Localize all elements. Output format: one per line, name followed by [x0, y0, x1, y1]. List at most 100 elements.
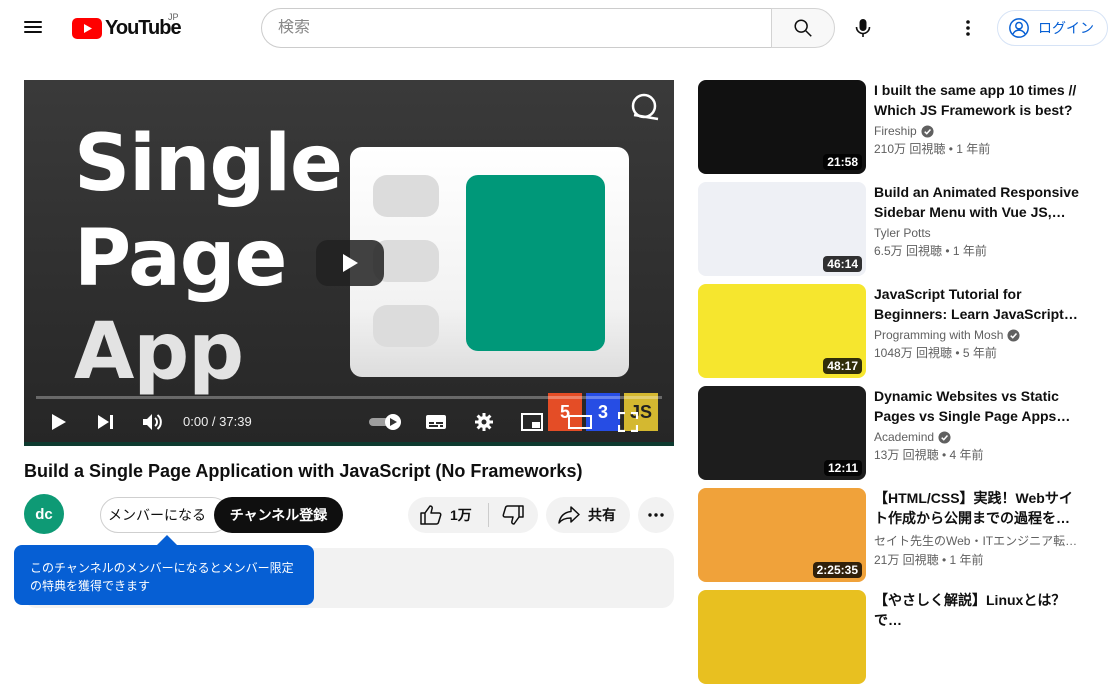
- recommendation-item[interactable]: 【やさしく解説】Linuxとは？で…: [698, 590, 1098, 684]
- recommendation-meta: 210万 回視聴 • 1 年前: [874, 142, 991, 156]
- recommendation-item[interactable]: 2:25:35 【HTML/CSS】実践！Webサイト作成から公開までの過程を… セ…: [698, 488, 1098, 582]
- like-dislike-group: 1万: [408, 497, 538, 533]
- autoplay-toggle-icon: [369, 414, 401, 430]
- thumbs-down-icon: [502, 505, 524, 525]
- more-horiz-icon: [648, 513, 664, 517]
- channel-watermark-icon[interactable]: [630, 93, 660, 121]
- login-button[interactable]: ログイン: [997, 10, 1108, 46]
- search-button[interactable]: [771, 8, 835, 48]
- play-icon: [343, 254, 358, 272]
- thumbnail-text-line: Page: [74, 214, 287, 304]
- login-label: ログイン: [1038, 20, 1094, 36]
- recommendation-thumbnail[interactable]: 21:58: [698, 80, 866, 174]
- subscribe-button[interactable]: チャンネル登録: [214, 497, 343, 533]
- progress-bar[interactable]: [36, 396, 662, 399]
- subtitles-button[interactable]: [424, 410, 448, 434]
- search-icon: [794, 19, 812, 37]
- tooltip-text: このチャンネルのメンバーになるとメンバー限定の特典を獲得できます: [30, 561, 294, 593]
- recommendation-thumbnail[interactable]: 12:11: [698, 386, 866, 480]
- miniplayer-icon: [521, 413, 543, 431]
- share-icon: [558, 506, 580, 524]
- recommendation-thumbnail[interactable]: 48:17: [698, 284, 866, 378]
- duration-badge: 12:11: [823, 460, 862, 476]
- recommendation-thumbnail[interactable]: 46:14: [698, 182, 866, 276]
- duration-badge: 46:14: [823, 256, 862, 272]
- fullscreen-button[interactable]: [616, 410, 640, 434]
- settings-button[interactable]: [472, 410, 496, 434]
- play-button[interactable]: [47, 410, 71, 434]
- video-title: Build a Single Page Application with Jav…: [24, 461, 583, 481]
- recommendation-title[interactable]: 【HTML/CSS】実践！Webサイト作成から公開までの過程を…: [874, 488, 1084, 528]
- recommendation-thumbnail[interactable]: 2:25:35: [698, 488, 866, 582]
- recommendation-channel[interactable]: Fireship: [874, 124, 1084, 138]
- channel-name: Programming with Mosh: [874, 328, 1004, 342]
- youtube-logo[interactable]: YouTube: [72, 16, 182, 40]
- membership-tooltip: このチャンネルのメンバーになるとメンバー限定の特典を獲得できます: [14, 545, 314, 605]
- mute-button[interactable]: [141, 410, 165, 434]
- next-button[interactable]: [94, 410, 118, 434]
- duration-badge: 48:17: [823, 358, 862, 374]
- video-player[interactable]: Single Page App 5 3 JS 0:00 / 37:39: [24, 80, 674, 446]
- gear-icon: [475, 413, 493, 431]
- recommendation-meta: 21万 回視聴 • 1 年前: [874, 553, 984, 567]
- recommendation-meta: 13万 回視聴 • 4 年前: [874, 448, 984, 462]
- search-box[interactable]: [261, 8, 772, 48]
- channel-avatar[interactable]: dc: [24, 494, 64, 534]
- thumbnail-text-line: Single: [74, 119, 343, 209]
- recommendation-channel[interactable]: セイト先生のWeb・ITエンジニア転…: [874, 532, 1084, 549]
- skip-next-icon: [98, 415, 113, 429]
- youtube-play-logo-icon: [72, 17, 102, 39]
- share-label: 共有: [588, 507, 616, 523]
- duration-badge: 2:25:35: [812, 562, 862, 578]
- channel-name: Fireship: [874, 124, 917, 138]
- microphone-icon: [855, 19, 871, 37]
- menu-icon[interactable]: [24, 18, 48, 38]
- share-button[interactable]: 共有: [546, 497, 630, 533]
- thumbnail-text-line: App: [74, 307, 244, 397]
- large-play-button[interactable]: [316, 240, 384, 286]
- recommendation-title[interactable]: 【やさしく解説】Linuxとは？で…: [874, 590, 1084, 630]
- region-label: JP: [168, 12, 179, 22]
- volume-icon: [143, 414, 162, 430]
- recommendation-info: JavaScript Tutorial for Beginners: Learn…: [874, 284, 1084, 361]
- channel-name: Academind: [874, 430, 935, 444]
- dislike-button[interactable]: [489, 497, 537, 533]
- recommendation-info: Dynamic Websites vs Static Pages vs Sing…: [874, 386, 1084, 463]
- recommendation-title[interactable]: Dynamic Websites vs Static Pages vs Sing…: [874, 386, 1084, 426]
- account-icon: [1009, 18, 1029, 38]
- more-actions-button[interactable]: [638, 497, 674, 533]
- recommendation-title[interactable]: I built the same app 10 times // Which J…: [874, 80, 1084, 120]
- recommendation-title[interactable]: JavaScript Tutorial for Beginners: Learn…: [874, 284, 1084, 324]
- recommendation-channel[interactable]: Programming with Mosh: [874, 328, 1084, 342]
- illustration-pill: [373, 305, 439, 347]
- subtitles-icon: [426, 415, 446, 429]
- recommendation-thumbnail[interactable]: [698, 590, 866, 684]
- like-button[interactable]: 1万: [408, 497, 488, 533]
- verified-badge-icon: [1007, 328, 1020, 342]
- thumbnail-app-illustration: [350, 147, 629, 377]
- recommendation-title[interactable]: Build an Animated Responsive Sidebar Men…: [874, 182, 1084, 222]
- miniplayer-button[interactable]: [520, 410, 544, 434]
- masthead: YouTube JP ログイン: [0, 0, 1109, 56]
- autoplay-toggle[interactable]: [368, 410, 404, 434]
- join-membership-button[interactable]: メンバーになる: [100, 497, 230, 533]
- recommendation-item[interactable]: 21:58 I built the same app 10 times // Wh…: [698, 80, 1098, 174]
- recommendation-channel[interactable]: Tyler Potts: [874, 226, 1084, 240]
- recommendation-item[interactable]: 12:11 Dynamic Websites vs Static Pages vs…: [698, 386, 1098, 480]
- like-count: 1万: [450, 507, 472, 523]
- player-controls: 0:00 / 37:39: [24, 402, 674, 442]
- more-vert-icon: [966, 20, 970, 36]
- theater-mode-button[interactable]: [568, 410, 592, 434]
- recommendation-info: Build an Animated Responsive Sidebar Men…: [874, 182, 1084, 259]
- channel-name: セイト先生のWeb・ITエンジニア転…: [874, 534, 1078, 548]
- settings-menu-button[interactable]: [952, 12, 984, 44]
- recommendation-item[interactable]: 48:17 JavaScript Tutorial for Beginners: …: [698, 284, 1098, 378]
- voice-search-button[interactable]: [843, 8, 883, 48]
- search-input[interactable]: [278, 19, 772, 37]
- thumbs-up-icon: [420, 505, 442, 525]
- duration-badge: 21:58: [823, 154, 862, 170]
- fullscreen-icon: [618, 412, 638, 432]
- recommendation-channel[interactable]: Academind: [874, 430, 1084, 444]
- recommendation-item[interactable]: 46:14 Build an Animated Responsive Sideba…: [698, 182, 1098, 276]
- time-display: 0:00 / 37:39: [183, 414, 252, 429]
